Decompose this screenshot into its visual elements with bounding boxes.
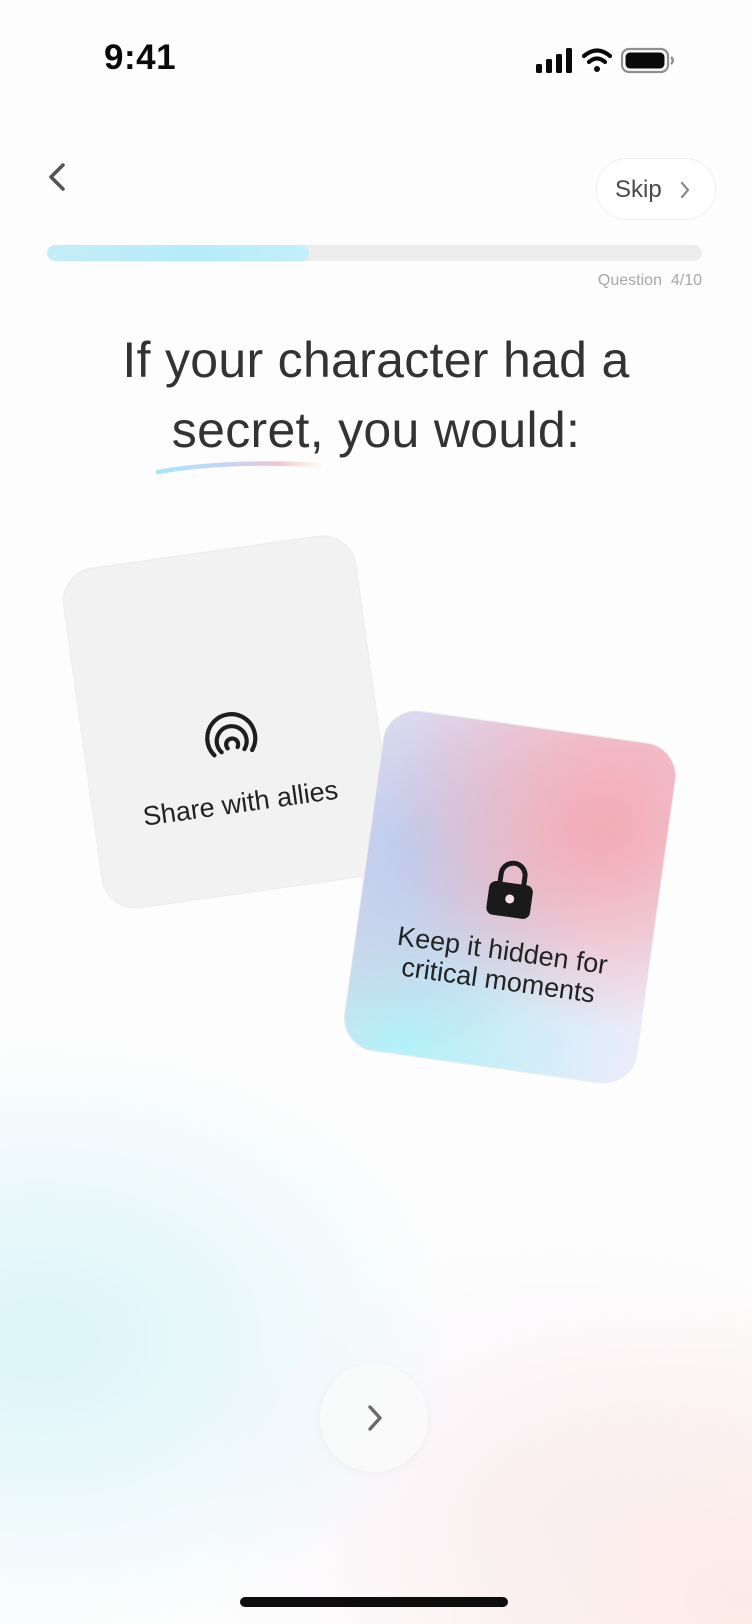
option-label-share: Share with allies <box>140 774 340 832</box>
next-button[interactable] <box>320 1364 428 1472</box>
lock-icon <box>486 860 533 919</box>
status-time: 9:41 <box>104 38 177 77</box>
chevron-right-icon <box>368 1405 382 1431</box>
home-indicator <box>240 1597 508 1607</box>
status-icons <box>536 47 674 74</box>
back-button[interactable] <box>34 150 82 204</box>
question-title-line-2: secret, you would: <box>171 402 581 458</box>
question-counter: Question 4/10 <box>597 272 702 289</box>
wifi-icon <box>581 48 613 72</box>
option-card-share[interactable]: Share with allies <box>58 531 400 913</box>
progress-fill <box>47 245 309 261</box>
broadcast-signal-icon <box>205 712 258 758</box>
option-card-keep-hidden[interactable]: Keep it hidden for critical moments <box>339 706 681 1088</box>
question-title-line-1: If your character had a <box>122 332 630 388</box>
option-icon-wrapper <box>81 681 381 783</box>
highlight-underline <box>155 461 323 475</box>
battery-icon <box>620 47 674 74</box>
skip-button[interactable]: Skip <box>596 158 716 220</box>
question-title: If your character had a secret, you woul… <box>56 325 696 465</box>
skip-label: Skip <box>615 176 662 203</box>
cellular-signal-icon <box>536 48 572 73</box>
progress-bar <box>47 245 702 261</box>
chevron-right-icon <box>680 181 690 199</box>
chevron-left-icon <box>49 163 65 191</box>
status-bar: 9:41 <box>0 0 752 120</box>
